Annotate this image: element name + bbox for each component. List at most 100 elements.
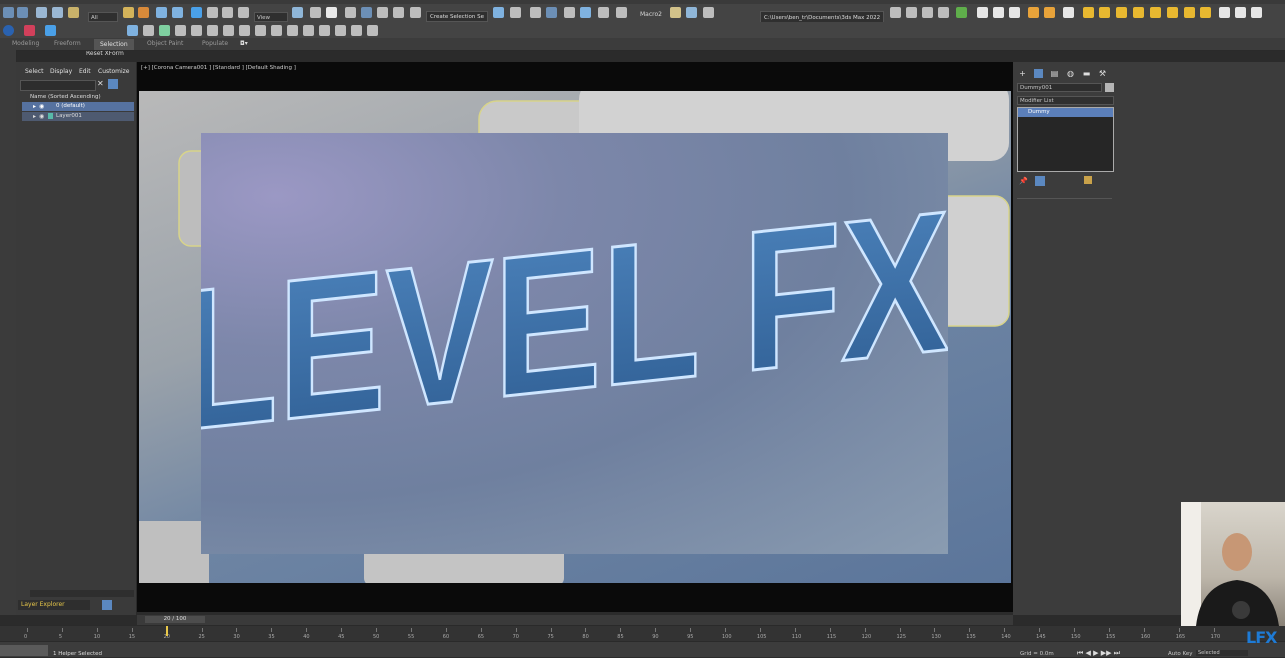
modifier-list-dropdown[interactable]: Modifier List [1017, 96, 1114, 105]
macro-label[interactable]: Macro2 [640, 11, 662, 18]
tool-j-icon[interactable] [271, 25, 282, 36]
render-setup-icon[interactable] [670, 7, 681, 18]
menu-edit[interactable]: Edit [79, 68, 91, 75]
tool-i-icon[interactable] [255, 25, 266, 36]
snaps-toggle-icon[interactable] [345, 7, 356, 18]
toggle-ribbon-icon[interactable] [564, 7, 575, 18]
teapot-icon[interactable] [977, 7, 988, 18]
eye-icon[interactable]: ◉ [39, 113, 44, 120]
redo-icon[interactable] [17, 7, 28, 18]
angle-snap-icon[interactable] [361, 7, 372, 18]
burst-icon[interactable] [1184, 7, 1195, 18]
tool-m-icon[interactable] [319, 25, 330, 36]
app-logo-icon[interactable] [3, 25, 14, 36]
key-filter-dropdown[interactable]: Selected [1196, 650, 1248, 656]
frame-counter[interactable]: 20 / 100 [145, 616, 205, 623]
window-crossing-icon[interactable] [172, 7, 183, 18]
select-manipulate-icon[interactable] [310, 7, 321, 18]
menu-display[interactable]: Display [50, 68, 72, 75]
rect-selection-icon[interactable] [156, 7, 167, 18]
align-icon[interactable] [510, 7, 521, 18]
toggle-scene-explorer-icon[interactable] [530, 7, 541, 18]
tab-modeling[interactable]: Modeling [12, 40, 39, 47]
bulb-icon[interactable] [1200, 7, 1211, 18]
schematic-view-icon[interactable] [598, 7, 609, 18]
rendered-frame-window-icon[interactable] [686, 7, 697, 18]
open-icon[interactable] [906, 7, 917, 18]
expand-arrow-icon[interactable]: ▸ [33, 113, 36, 120]
expand-arrow-icon[interactable]: ▸ [33, 103, 36, 110]
link-icon[interactable] [36, 7, 47, 18]
create-tab-icon[interactable]: + [1018, 69, 1027, 78]
playback-controls[interactable]: ⏮ ◀ ▶ ▶▶ ⏭ [1077, 649, 1120, 658]
place-icon[interactable] [238, 7, 249, 18]
track-bar[interactable] [0, 625, 1285, 642]
modify-tab-icon[interactable] [1034, 69, 1043, 78]
edit-named-selection-icon[interactable] [410, 7, 421, 18]
menu-customize[interactable]: Customize [98, 68, 130, 75]
percent-snap-icon[interactable] [377, 7, 388, 18]
layer-explorer-label[interactable]: Layer Explorer [18, 600, 90, 610]
tab-populate[interactable]: Populate [202, 40, 228, 47]
column-header-name[interactable]: Name (Sorted Ascending) [30, 94, 101, 100]
tool-o-icon[interactable] [351, 25, 362, 36]
object-color-swatch[interactable] [1105, 83, 1114, 92]
sky-icon[interactable] [1099, 7, 1110, 18]
tool-f-icon[interactable] [207, 25, 218, 36]
unlink-icon[interactable] [52, 7, 63, 18]
pin-stack-icon[interactable]: 📌 [1019, 177, 1028, 185]
tool-n-icon[interactable] [335, 25, 346, 36]
frame-buffer-icon[interactable] [1009, 7, 1020, 18]
scale-icon[interactable] [222, 7, 233, 18]
eye-icon[interactable]: ◉ [39, 103, 44, 110]
material-editor-icon[interactable] [616, 7, 627, 18]
tab-object-paint[interactable]: Object Paint [147, 40, 183, 47]
gear-icon[interactable] [1133, 7, 1144, 18]
utilities-tab-icon[interactable]: ⚒ [1098, 69, 1107, 78]
tool-g-icon[interactable] [223, 25, 234, 36]
mirror-icon[interactable] [493, 7, 504, 18]
display-tab-icon[interactable]: ▬ [1082, 69, 1091, 78]
motion-tab-icon[interactable]: ◍ [1066, 69, 1075, 78]
globe-icon[interactable] [1235, 7, 1246, 18]
maxscript-listener[interactable] [0, 645, 48, 656]
tab-selection[interactable]: Selection [94, 39, 134, 50]
horizontal-scrollbar[interactable] [30, 590, 134, 597]
tool-l-icon[interactable] [303, 25, 314, 36]
camera-render-icon[interactable] [993, 7, 1004, 18]
set-project-folder-icon[interactable] [890, 7, 901, 18]
keyboard-shortcut-icon[interactable] [326, 7, 337, 18]
hierarchy-tab-icon[interactable]: ▤ [1050, 69, 1059, 78]
export-icon[interactable] [938, 7, 949, 18]
undo-icon[interactable] [3, 7, 14, 18]
reset-xform-button[interactable]: Reset XForm [86, 50, 124, 57]
tree-icon[interactable] [956, 7, 967, 18]
settings-sphere-icon[interactable] [1251, 7, 1262, 18]
select-object-icon[interactable] [123, 7, 134, 18]
move-icon[interactable] [191, 7, 202, 18]
reference-coordinate-dropdown[interactable]: View [254, 12, 288, 22]
tool-k-icon[interactable] [287, 25, 298, 36]
object-name-field[interactable]: Dummy001 [1017, 83, 1102, 92]
proxy-icon[interactable] [1063, 7, 1074, 18]
spot-icon[interactable] [1167, 7, 1178, 18]
spinner-snap-icon[interactable] [393, 7, 404, 18]
tool-h-icon[interactable] [239, 25, 250, 36]
toggle-layer-explorer-icon[interactable] [546, 7, 557, 18]
explorer-menu-icon[interactable] [102, 600, 112, 610]
curve-editor-icon[interactable] [580, 7, 591, 18]
menu-select[interactable]: Select [25, 68, 44, 75]
tool-a-icon[interactable] [127, 25, 138, 36]
render-production-icon[interactable] [703, 7, 714, 18]
tab-freeform[interactable]: Freeform [54, 40, 81, 47]
configure-modifier-sets-icon[interactable] [1084, 176, 1092, 184]
plugin-k-icon[interactable] [24, 25, 35, 36]
sun-icon[interactable] [1083, 7, 1094, 18]
time-cursor[interactable] [166, 626, 168, 636]
scene-search-input[interactable] [20, 80, 96, 91]
sphere-light-icon[interactable] [1116, 7, 1127, 18]
auto-key-button[interactable]: Auto Key [1168, 651, 1193, 657]
clear-search-icon[interactable]: ✕ [97, 79, 104, 88]
select-by-name-icon[interactable] [138, 7, 149, 18]
show-end-result-icon[interactable] [1035, 176, 1045, 186]
